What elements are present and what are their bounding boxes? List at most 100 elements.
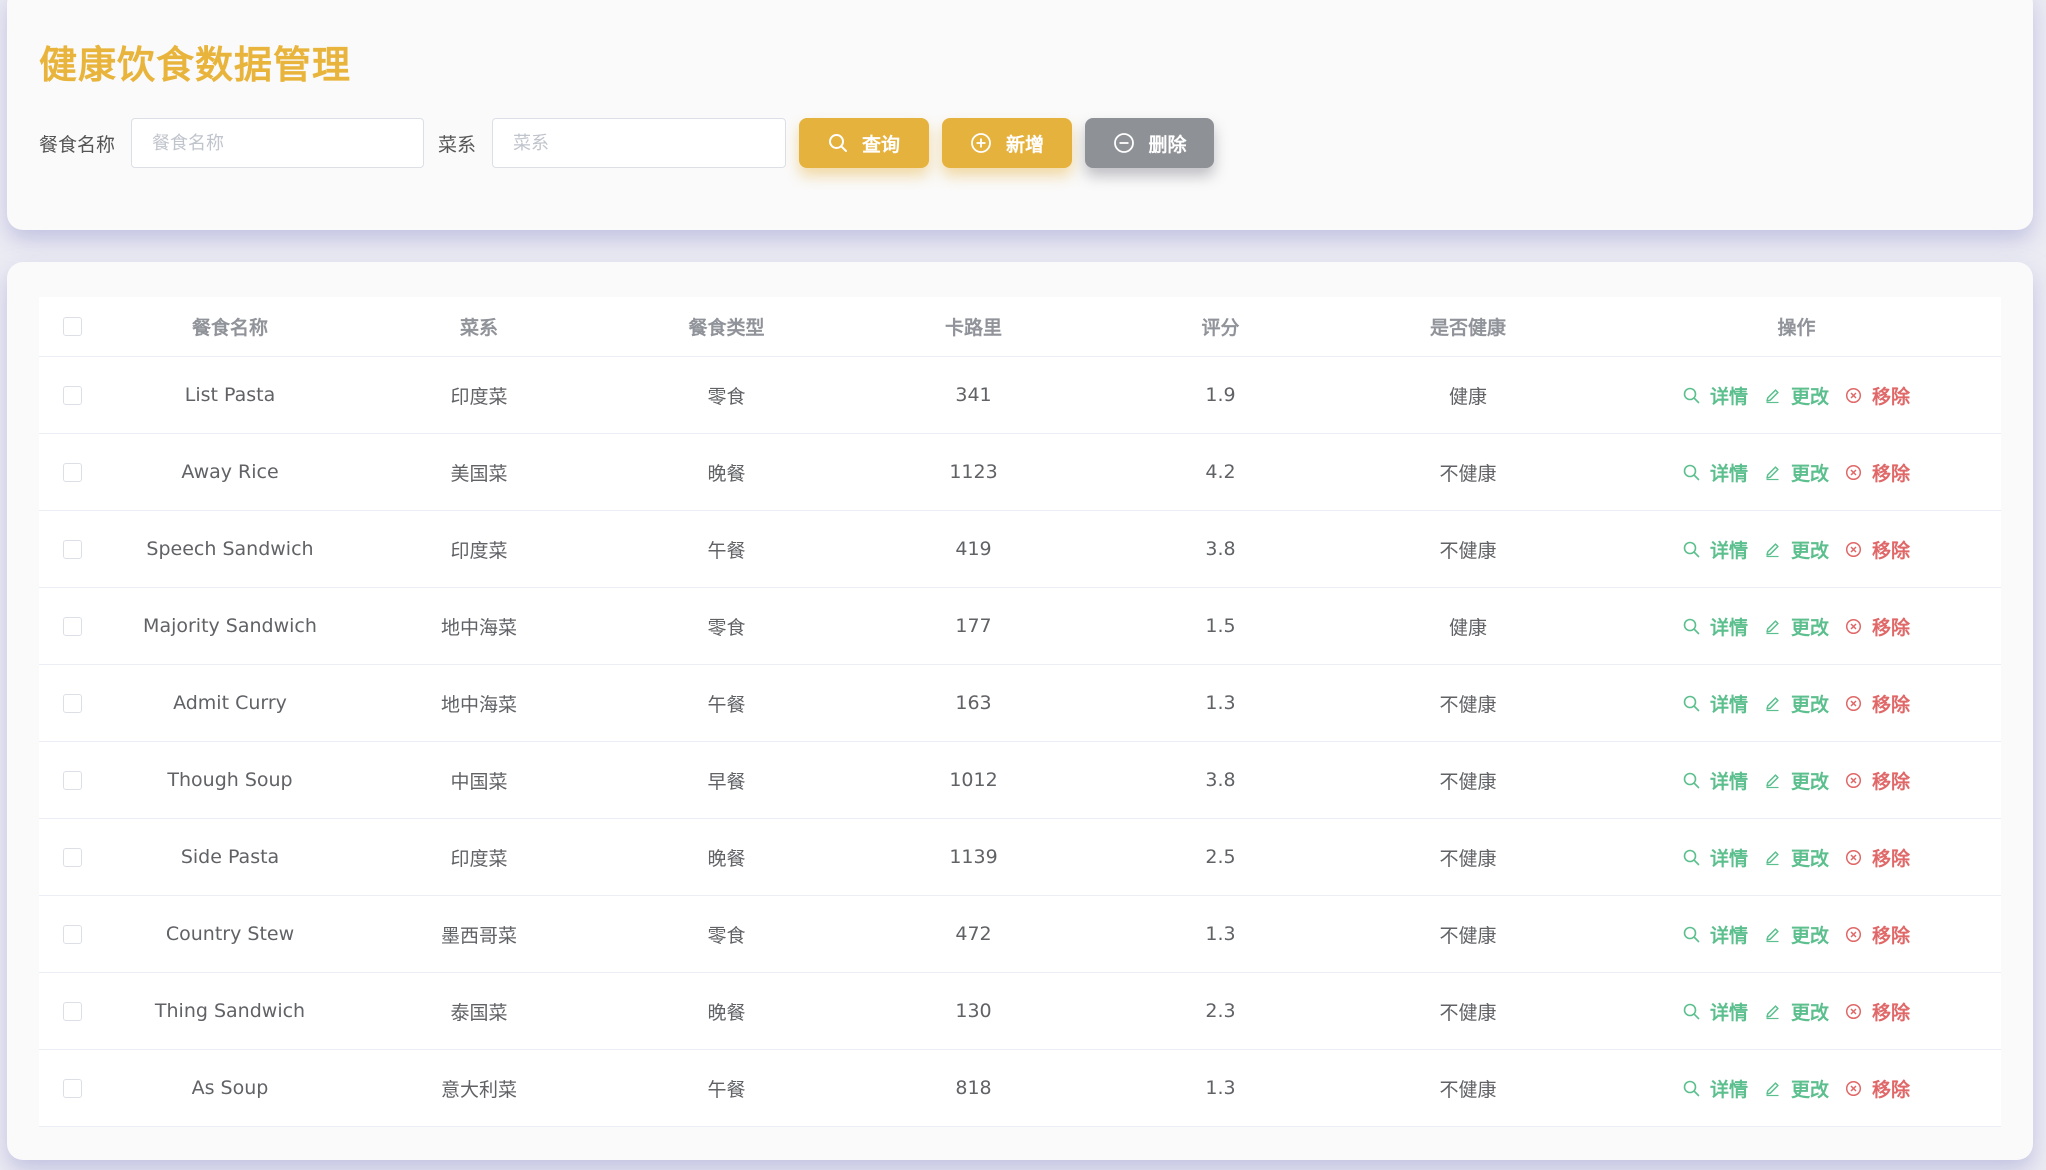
row-checkbox[interactable] [62, 1001, 82, 1021]
row-checkbox[interactable] [62, 1078, 82, 1098]
add-button[interactable]: 新增 [942, 118, 1073, 168]
detail-button[interactable]: 详情 [1683, 613, 1748, 640]
healthy-cell: 不健康 [1439, 1078, 1497, 1101]
cuisine-cell: 中国菜 [450, 770, 508, 793]
detail-label: 详情 [1709, 693, 1748, 716]
meal-type-cell: 晚餐 [707, 1001, 746, 1024]
row-checkbox[interactable] [62, 770, 82, 790]
healthy-cell: 不健康 [1439, 1001, 1497, 1024]
edit-button[interactable]: 更改 [1764, 690, 1829, 717]
remove-button[interactable]: 移除 [1845, 998, 1910, 1025]
pencil-icon [1766, 773, 1779, 788]
actions-cell: 详情 更改 移除 [1592, 844, 2001, 871]
select-all-checkbox[interactable] [62, 317, 82, 336]
remove-button[interactable]: 移除 [1845, 690, 1910, 717]
detail-button[interactable]: 详情 [1683, 921, 1748, 948]
row-checkbox[interactable] [62, 539, 82, 559]
remove-button[interactable]: 移除 [1845, 613, 1910, 640]
detail-button[interactable]: 详情 [1683, 998, 1748, 1025]
edit-button[interactable]: 更改 [1764, 998, 1829, 1025]
column-header: 操作 [1777, 317, 1816, 339]
detail-button[interactable]: 详情 [1683, 1075, 1748, 1102]
meal-name-cell: Side Pasta [180, 846, 280, 868]
detail-button[interactable]: 详情 [1683, 767, 1748, 794]
edit-button[interactable]: 更改 [1764, 536, 1829, 563]
edit-button[interactable]: 更改 [1764, 921, 1829, 948]
remove-label: 移除 [1872, 616, 1911, 639]
meal-name-input[interactable] [131, 118, 425, 168]
table-row: List Pasta 印度菜 零食 341 1.9 健康 详情 更改 移除 [39, 357, 2001, 434]
rating-cell: 1.3 [1205, 1077, 1236, 1099]
cuisine-input[interactable] [492, 118, 787, 168]
edit-button[interactable]: 更改 [1764, 844, 1829, 871]
rating-cell: 4.2 [1205, 461, 1236, 483]
row-checkbox[interactable] [62, 693, 82, 713]
remove-button[interactable]: 移除 [1845, 536, 1910, 563]
row-checkbox[interactable] [62, 462, 82, 482]
page-title: 健康饮食数据管理 [39, 43, 352, 87]
detail-label: 详情 [1709, 616, 1748, 639]
close-circle-icon [1845, 387, 1862, 403]
pencil-icon [1766, 465, 1779, 480]
table-row: Majority Sandwich 地中海菜 零食 177 1.5 健康 详情 … [39, 588, 2001, 665]
search-icon [1683, 695, 1700, 711]
cuisine-cell: 地中海菜 [440, 616, 517, 639]
remove-button[interactable]: 移除 [1845, 382, 1910, 409]
pencil-icon [1766, 1004, 1779, 1019]
edit-button[interactable]: 更改 [1764, 459, 1829, 486]
calories-cell: 1012 [949, 769, 998, 791]
edit-label: 更改 [1790, 1001, 1829, 1024]
meal-type-cell: 零食 [707, 924, 746, 947]
detail-button[interactable]: 详情 [1683, 844, 1748, 871]
pencil-icon [1766, 619, 1779, 634]
row-checkbox[interactable] [62, 616, 82, 636]
table-row: As Soup 意大利菜 午餐 818 1.3 不健康 详情 更改 移除 [39, 1050, 2001, 1127]
detail-button[interactable]: 详情 [1683, 536, 1748, 563]
pencil-icon [1766, 696, 1779, 711]
query-button[interactable]: 查询 [799, 118, 930, 168]
remove-button[interactable]: 移除 [1845, 1075, 1910, 1102]
minus-circle-icon [1113, 133, 1134, 153]
detail-button[interactable]: 详情 [1683, 690, 1748, 717]
search-icon [1683, 926, 1700, 942]
cuisine-cell: 泰国菜 [450, 1001, 508, 1024]
meal-type-cell: 午餐 [707, 1078, 746, 1101]
healthy-cell: 不健康 [1439, 693, 1497, 716]
healthy-cell: 不健康 [1439, 847, 1497, 870]
search-icon [1683, 387, 1700, 403]
calories-cell: 818 [955, 1077, 992, 1099]
row-checkbox-cell [39, 847, 105, 867]
detail-button[interactable]: 详情 [1683, 459, 1748, 486]
edit-button[interactable]: 更改 [1764, 1075, 1829, 1102]
calories-cell: 130 [955, 1000, 992, 1022]
actions-cell: 详情 更改 移除 [1592, 536, 2001, 563]
calories-cell: 419 [955, 538, 992, 560]
remove-button[interactable]: 移除 [1845, 767, 1910, 794]
meal-table: 餐食名称 菜系 餐食类型 卡路里 评分 是否健康 操作 List Pasta 印… [39, 297, 2001, 1127]
row-checkbox[interactable] [62, 385, 82, 405]
calories-cell: 163 [955, 692, 992, 714]
meal-type-cell: 午餐 [707, 693, 746, 716]
row-checkbox[interactable] [62, 924, 82, 944]
delete-button-label: 删除 [1148, 133, 1187, 156]
calories-cell: 1139 [949, 846, 998, 868]
edit-button[interactable]: 更改 [1764, 613, 1829, 640]
row-checkbox[interactable] [62, 847, 82, 867]
close-circle-icon [1845, 849, 1862, 865]
row-checkbox-cell [39, 1078, 105, 1098]
rating-cell: 3.8 [1205, 538, 1236, 560]
delete-button[interactable]: 删除 [1085, 118, 1215, 168]
column-header: 菜系 [459, 317, 498, 339]
remove-button[interactable]: 移除 [1845, 844, 1910, 871]
row-checkbox-cell [39, 462, 105, 482]
remove-button[interactable]: 移除 [1845, 921, 1910, 948]
rating-cell: 1.9 [1205, 384, 1236, 406]
remove-label: 移除 [1872, 693, 1911, 716]
detail-button[interactable]: 详情 [1683, 382, 1748, 409]
edit-button[interactable]: 更改 [1764, 382, 1829, 409]
rating-cell: 3.8 [1205, 769, 1236, 791]
edit-label: 更改 [1790, 847, 1829, 870]
detail-label: 详情 [1709, 1001, 1748, 1024]
edit-button[interactable]: 更改 [1764, 767, 1829, 794]
remove-button[interactable]: 移除 [1845, 459, 1910, 486]
